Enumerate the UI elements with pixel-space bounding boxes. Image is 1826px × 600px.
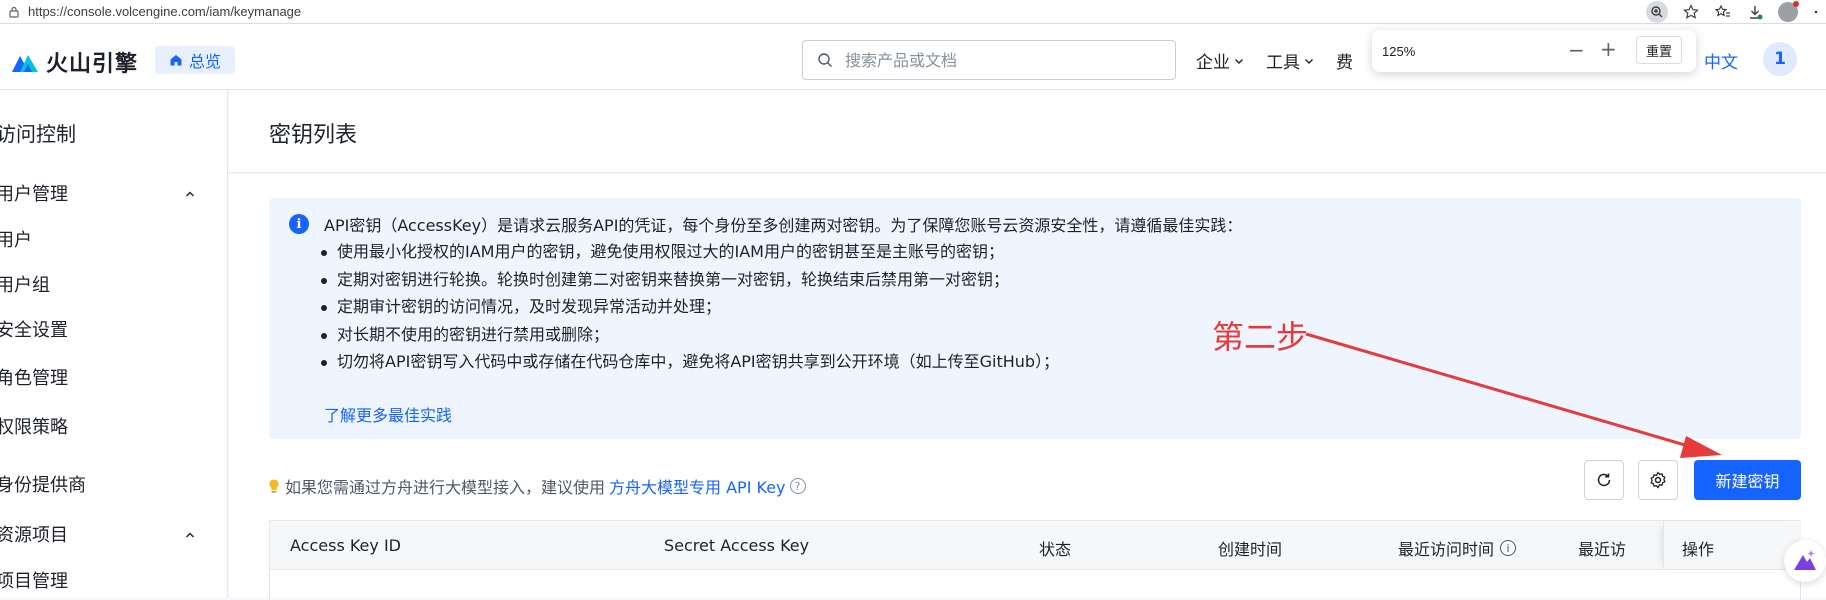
home-icon [170, 55, 182, 66]
nav-menu: 企业 工具 费 [1196, 48, 1353, 73]
sidebar-item-policies[interactable]: 权限策略 [0, 413, 68, 439]
logo-text: 火山引擎 [46, 52, 139, 77]
lock-icon [9, 6, 19, 18]
ai-assistant-icon [1794, 550, 1816, 570]
sidebar-item-security-settings[interactable]: 安全设置 [0, 316, 68, 342]
zoom-level: 125% [1382, 43, 1416, 59]
favorites-icon[interactable] [1714, 3, 1732, 21]
bookmark-star-icon[interactable] [1682, 3, 1700, 21]
address-bar-url[interactable]: https://console.volcengine.com/iam/keyma… [28, 4, 301, 19]
nav-tools[interactable]: 工具 [1266, 48, 1314, 73]
best-practices-link[interactable]: 了解更多最佳实践 [324, 402, 452, 426]
sidebar-item-project-management[interactable]: 项目管理 [0, 567, 68, 593]
info-bullet-list: 使用最小化授权的IAM用户的密钥，避免使用权限过大的IAM用户的密钥甚至是主账号… [319, 238, 1059, 376]
create-key-button[interactable]: 新建密钥 [1694, 460, 1801, 500]
sidebar-title: 访问控制 [0, 122, 76, 146]
column-access-key-id: Access Key ID [290, 536, 401, 555]
column-last-access-time-label: 最近访问时间 [1398, 540, 1495, 559]
nav-billing-label: 费 [1336, 53, 1353, 73]
column-status: 状态 [1039, 540, 1072, 559]
nav-enterprise[interactable]: 企业 [1196, 48, 1244, 73]
browser-toolbar [1646, 0, 1826, 24]
nav-enterprise-label: 企业 [1196, 53, 1230, 73]
browser-profile-icon[interactable] [1778, 1, 1799, 22]
ai-assistant-button[interactable] [1784, 540, 1826, 582]
language-switch[interactable]: 中文 [1704, 48, 1738, 73]
chevron-up-icon[interactable] [184, 188, 196, 200]
sidebar-item-user-groups[interactable]: 用户组 [0, 271, 50, 297]
page-header: 密钥列表 [229, 91, 1826, 173]
info-bullet: 使用最小化授权的IAM用户的密钥，避免使用权限过大的IAM用户的密钥甚至是主账号… [319, 238, 1059, 266]
column-created-time: 创建时间 [1218, 540, 1283, 559]
zoom-reset-button[interactable]: 重置 [1636, 36, 1683, 64]
sidebar-item-roles[interactable]: 角色管理 [0, 364, 68, 390]
sidebar-group-user-management[interactable]: 用户管理 [0, 180, 68, 206]
search-input[interactable] [845, 50, 1145, 70]
info-bullet: 定期审计密钥的访问情况，及时发现异常活动并处理； [319, 293, 1059, 321]
more-icon[interactable] [1812, 3, 1820, 21]
annotation-step-two: 第二步 [1212, 318, 1309, 356]
download-icon[interactable] [1746, 3, 1764, 21]
search-box[interactable] [802, 40, 1176, 80]
chevron-down-icon [1235, 58, 1243, 64]
volcano-logo-icon [12, 55, 38, 72]
table-header: Access Key ID Secret Access Key 状态 创建时间 … [269, 520, 1802, 570]
info-bullet: 切勿将API密钥写入代码中或存储在代码仓库中，避免将API密钥共享到公开环境（如… [319, 348, 1059, 376]
zoom-popup: 125% − + 重置 [1372, 30, 1696, 72]
gear-icon [1650, 471, 1666, 489]
lightbulb-icon [269, 479, 279, 493]
nav-billing[interactable]: 费 [1336, 48, 1353, 73]
info-circle-icon[interactable]: i [1500, 540, 1517, 556]
info-icon: i [289, 214, 309, 234]
sidebar: 访问控制 用户管理 用户 用户组 安全设置 角色管理 权限策略 身份提供商 资源… [0, 91, 228, 597]
page-title: 密钥列表 [269, 123, 358, 148]
ark-api-key-link[interactable]: 方舟大模型专用 API Key [609, 474, 786, 498]
info-bullet: 定期对密钥进行轮换。轮换时创建第二对密钥来替换第一对密钥，轮换结束后禁用第一对密… [319, 266, 1059, 294]
refresh-button[interactable] [1584, 460, 1624, 500]
column-secret-access-key: Secret Access Key [664, 536, 810, 555]
zoom-in-button[interactable]: + [1600, 37, 1617, 61]
zoom-icon[interactable] [1646, 1, 1668, 23]
column-last-access-truncated: 最近访 [1578, 540, 1627, 559]
refresh-icon [1597, 473, 1611, 487]
settings-button[interactable] [1638, 460, 1678, 500]
help-icon[interactable]: ? [789, 478, 806, 494]
search-icon [818, 53, 832, 67]
overview-button[interactable]: 总览 [155, 46, 236, 74]
overview-label: 总览 [189, 52, 222, 71]
sidebar-item-identity-providers[interactable]: 身份提供商 [0, 471, 86, 497]
table-body [269, 570, 1801, 600]
info-alert: i API密钥（AccessKey）是请求云服务API的凭证，每个身份至多创建两… [269, 198, 1801, 439]
user-avatar[interactable]: 1 [1763, 42, 1797, 76]
zoom-out-button[interactable]: − [1568, 38, 1585, 62]
column-operations: 操作 [1682, 540, 1715, 559]
chevron-up-icon[interactable] [184, 529, 196, 541]
info-bullet: 对长期不使用的密钥进行禁用或删除； [319, 321, 1059, 349]
ark-tip: 如果您需通过方舟进行大模型接入，建议使用 方舟大模型专用 API Key ? [267, 474, 806, 498]
operations-column-fixed: 操作 [1663, 521, 1802, 569]
volcengine-logo[interactable]: 火山引擎 [10, 46, 138, 78]
sidebar-group-resource-projects[interactable]: 资源项目 [0, 521, 68, 547]
column-last-access-time: 最近访问时间 i [1398, 536, 1517, 560]
info-main-text: API密钥（AccessKey）是请求云服务API的凭证，每个身份至多创建两对密… [324, 216, 1243, 235]
chevron-down-icon [1305, 58, 1313, 64]
sidebar-item-users[interactable]: 用户 [0, 226, 32, 252]
main-content: i API密钥（AccessKey）是请求云服务API的凭证，每个身份至多创建两… [229, 174, 1826, 600]
browser-bar: https://console.volcengine.com/iam/keyma… [0, 0, 1826, 24]
nav-tools-label: 工具 [1266, 53, 1300, 73]
tip-text: 如果您需通过方舟进行大模型接入，建议使用 [285, 478, 606, 497]
